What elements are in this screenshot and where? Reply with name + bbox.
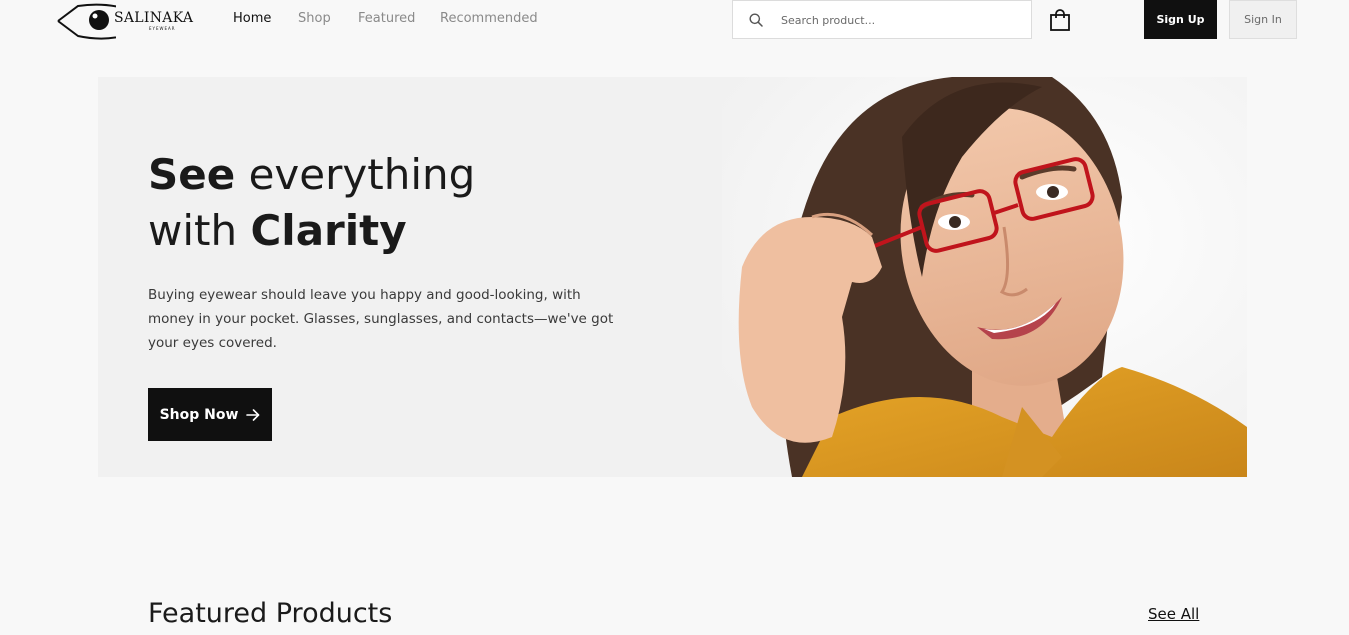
hero-title-bold-clarity: Clarity [250,206,407,255]
hero-model-image [722,77,1247,477]
brand-logo[interactable]: SALINAKA EYEWEAR [56,0,196,42]
hero-title-everything: everything [235,150,476,199]
arrow-right-icon [246,408,260,421]
brand-tagline: EYEWEAR [149,26,176,31]
featured-products-heading: Featured Products [148,598,393,629]
search-input[interactable] [781,10,1021,30]
search-box [732,0,1032,39]
navbar: SALINAKA EYEWEAR Home Shop Featured Reco… [0,0,1349,40]
nav-link-shop[interactable]: Shop [298,11,331,26]
eye-logo-icon [57,3,116,40]
see-all-link[interactable]: See All [1148,605,1199,623]
hero-description: Buying eyewear should leave you happy an… [148,287,614,351]
sign-in-button[interactable]: Sign In [1229,0,1297,39]
nav-link-recommended[interactable]: Recommended [440,11,538,26]
sign-up-button[interactable]: Sign Up [1144,0,1217,39]
shop-now-button[interactable]: Shop Now [148,388,272,441]
shop-now-label: Shop Now [159,406,239,423]
nav-link-featured[interactable]: Featured [358,11,415,26]
hero-banner: See everything with Clarity Buying eyewe… [98,77,1247,477]
hero-title-with: with [148,206,251,255]
nav-link-home[interactable]: Home [233,11,271,26]
search-icon[interactable] [749,13,763,27]
shopping-bag-icon[interactable] [1049,9,1071,31]
hero-title-bold-see: See [148,150,236,199]
brand-name: SALINAKA [114,10,194,26]
hero-title: See everything with Clarity [148,147,648,259]
